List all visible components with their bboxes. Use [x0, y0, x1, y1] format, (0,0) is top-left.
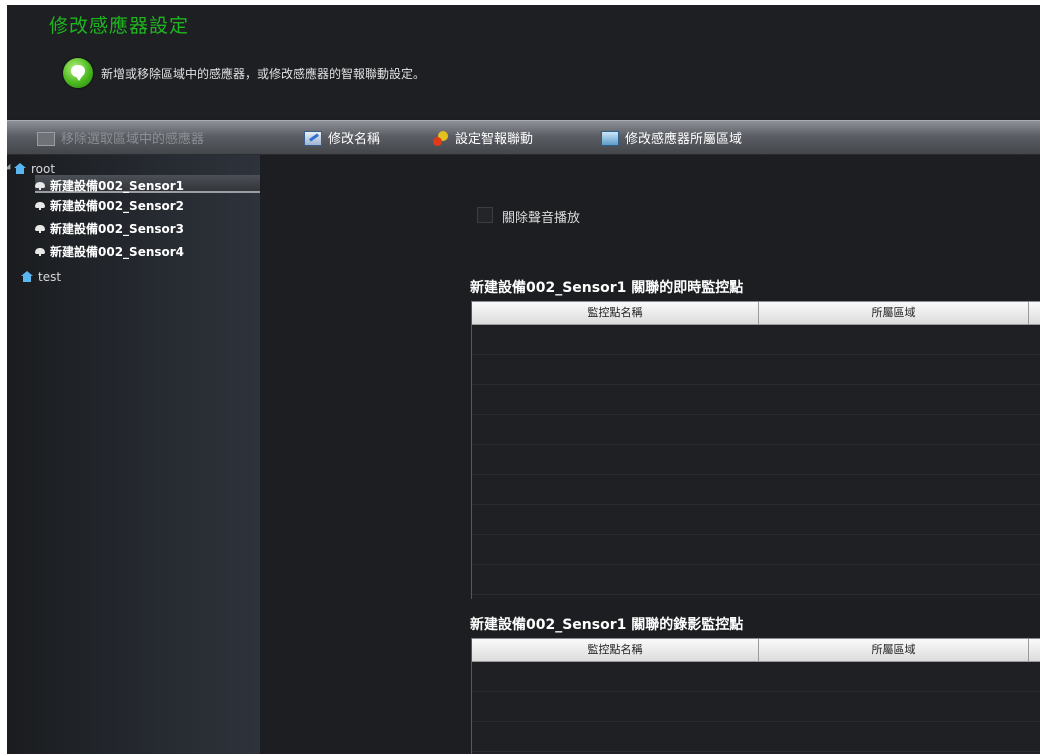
area-tree: root 新建設備002_Sensor1 新建設備002_Sensor2 新建設…	[7, 155, 260, 754]
column-header-point-name[interactable]: 監控點名稱	[472, 302, 759, 324]
column-header-point-name[interactable]: 監控點名稱	[472, 639, 759, 661]
tree-node-sensor[interactable]: 新建設備002_Sensor2	[35, 195, 184, 213]
edit-name-icon	[304, 131, 322, 146]
content-panel: 關除聲音播放 新建設備002_Sensor1 關聯的即時監控點 監控點名稱 所屬…	[260, 155, 1040, 754]
table-row	[472, 355, 1040, 385]
info-text: 新增或移除區域中的感應器，或修改感應器的智報聯動設定。	[101, 67, 426, 81]
edit-name-button[interactable]: 修改名稱	[304, 128, 380, 148]
sensor-icon	[35, 182, 45, 190]
tree-node-sensor[interactable]: 新建設備002_Sensor1	[35, 175, 260, 193]
home-icon	[21, 271, 34, 282]
table-row	[472, 535, 1040, 565]
alarm-link-button[interactable]: 設定智報聯動	[433, 128, 533, 148]
remove-sensor-icon	[37, 132, 55, 146]
tree-node-sensor[interactable]: 新建設備002_Sensor3	[35, 218, 184, 236]
table-row	[472, 475, 1040, 505]
table-row	[472, 565, 1040, 595]
mute-sound-label: 關除聲音播放	[502, 211, 581, 226]
alarm-link-icon	[433, 130, 449, 146]
table-row	[472, 662, 1040, 692]
column-header-area[interactable]: 所屬區域	[759, 302, 1029, 324]
home-icon	[14, 163, 27, 174]
info-bubble-icon	[63, 58, 93, 88]
tree-node-sensor[interactable]: 新建設備002_Sensor4	[35, 241, 184, 259]
mute-sound-checkbox[interactable]	[477, 207, 493, 223]
tree-node-root[interactable]: root	[7, 158, 55, 176]
table-row	[472, 415, 1040, 445]
grid-header: 監控點名稱 所屬區域	[472, 639, 1040, 662]
table-row	[472, 505, 1040, 535]
record-monitor-grid[interactable]: 監控點名稱 所屬區域	[471, 638, 1040, 754]
toolbar: 移除選取區域中的感應器 修改名稱 設定智報聯動 修改感應器所屬區域	[7, 120, 1040, 155]
sensor-icon	[35, 225, 45, 233]
remove-sensor-button[interactable]: 移除選取區域中的感應器	[37, 128, 204, 148]
record-section-title: 新建設備002_Sensor1 關聯的錄影監控點	[470, 617, 744, 633]
grid-header: 監控點名稱 所屬區域	[472, 302, 1040, 325]
table-row	[472, 445, 1040, 475]
column-header-area[interactable]: 所屬區域	[759, 639, 1029, 661]
live-monitor-grid[interactable]: 監控點名稱 所屬區域	[471, 301, 1040, 599]
tree-node-test[interactable]: test	[21, 266, 61, 284]
sensor-icon	[35, 202, 45, 210]
expand-arrow-icon[interactable]	[7, 163, 14, 173]
sensor-icon	[35, 248, 45, 256]
live-section-title: 新建設備002_Sensor1 關聯的即時監控點	[470, 280, 744, 296]
page-title: 修改感應器設定	[49, 15, 190, 37]
table-row	[472, 722, 1040, 752]
table-row	[472, 692, 1040, 722]
change-area-icon	[601, 131, 619, 146]
change-area-button[interactable]: 修改感應器所屬區域	[601, 128, 742, 148]
header: 修改感應器設定 新增或移除區域中的感應器，或修改感應器的智報聯動設定。	[7, 5, 1040, 117]
table-row	[472, 385, 1040, 415]
sensor-settings-window: 修改感應器設定 新增或移除區域中的感應器，或修改感應器的智報聯動設定。 移除選取…	[7, 5, 1040, 754]
table-row	[472, 325, 1040, 355]
